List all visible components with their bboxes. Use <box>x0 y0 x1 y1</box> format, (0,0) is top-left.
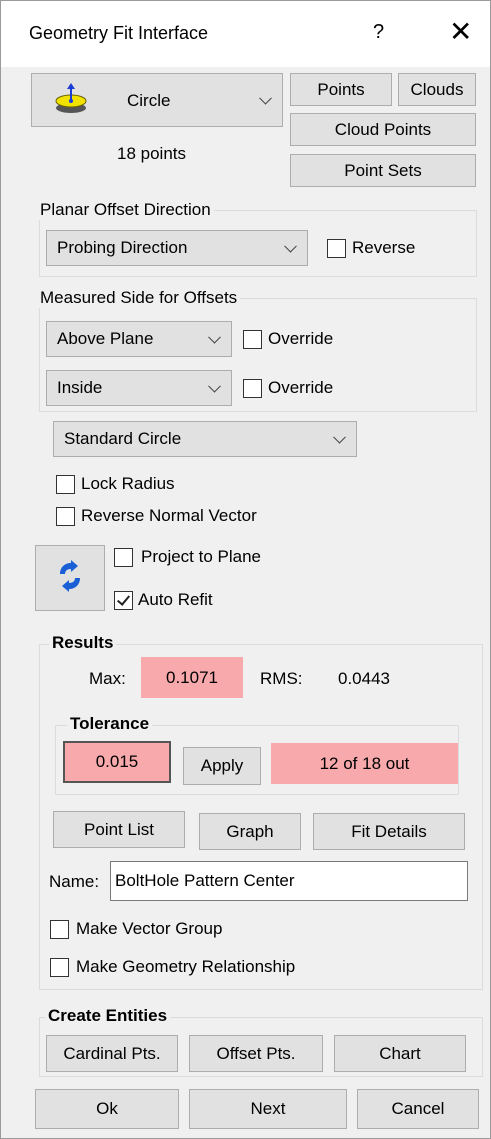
point-count: 18 points <box>117 144 186 163</box>
rms-value: 0.0443 <box>338 669 390 688</box>
chart-button[interactable]: Chart <box>334 1035 466 1072</box>
reverse-label: Reverse <box>352 238 416 257</box>
fit-details-button[interactable]: Fit Details <box>313 813 465 850</box>
max-label: Max: <box>89 669 126 688</box>
override-plane-label: Override <box>268 329 334 348</box>
close-button[interactable]: ✕ <box>449 15 472 48</box>
fit-type-value: Standard Circle <box>64 429 182 448</box>
project-to-plane-checkbox[interactable] <box>114 548 133 567</box>
name-label: Name: <box>49 872 100 891</box>
refresh-icon <box>56 559 84 597</box>
override-plane-checkbox[interactable] <box>243 330 262 349</box>
circle-geometry-icon <box>54 83 88 117</box>
tolerance-input[interactable]: 0.015 <box>63 741 171 783</box>
point-sets-button[interactable]: Point Sets <box>290 154 476 187</box>
cardinal-pts-button[interactable]: Cardinal Pts. <box>46 1035 178 1072</box>
help-button[interactable]: ? <box>373 21 384 44</box>
project-to-plane-label: Project to Plane <box>141 547 262 566</box>
tolerance-status: 12 of 18 out <box>271 743 458 784</box>
circle-side-value: Inside <box>57 378 103 397</box>
clouds-button[interactable]: Clouds <box>398 73 476 106</box>
planar-offset-label: Planar Offset Direction <box>37 200 214 220</box>
chevron-down-icon <box>208 330 221 344</box>
ok-button[interactable]: Ok <box>35 1089 179 1129</box>
create-entities-label: Create Entities <box>45 1006 171 1026</box>
results-label: Results <box>49 633 117 653</box>
next-button[interactable]: Next <box>189 1089 347 1129</box>
apply-button[interactable]: Apply <box>183 747 261 785</box>
name-input[interactable]: BoltHole Pattern Center <box>110 861 468 901</box>
points-button[interactable]: Points <box>290 73 392 106</box>
lock-radius-checkbox[interactable] <box>56 475 75 494</box>
max-value: 0.1071 <box>141 657 243 698</box>
chevron-down-icon <box>284 239 297 253</box>
plane-side-value: Above Plane <box>57 329 154 348</box>
tolerance-label: Tolerance <box>67 714 153 734</box>
geometry-fit-dialog: Geometry Fit Interface ? ✕ Circle 18 poi… <box>0 0 491 1139</box>
measured-side-label: Measured Side for Offsets <box>37 288 241 308</box>
reverse-checkbox[interactable] <box>327 239 346 258</box>
cloud-points-button[interactable]: Cloud Points <box>290 113 476 146</box>
window-title: Geometry Fit Interface <box>29 23 209 43</box>
auto-refit-checkbox[interactable] <box>114 591 133 610</box>
rms-label: RMS: <box>260 669 303 688</box>
title-bar: Geometry Fit Interface ? ✕ <box>1 1 490 67</box>
override-circle-label: Override <box>268 378 334 397</box>
chevron-down-icon <box>208 379 221 393</box>
plane-side-select[interactable]: Above Plane <box>46 321 232 357</box>
offset-direction-value: Probing Direction <box>57 238 188 257</box>
lock-radius-label: Lock Radius <box>81 474 175 493</box>
make-geometry-relationship-checkbox[interactable] <box>50 958 69 977</box>
cancel-button[interactable]: Cancel <box>357 1089 479 1129</box>
make-vector-group-checkbox[interactable] <box>50 920 69 939</box>
override-circle-checkbox[interactable] <box>243 379 262 398</box>
auto-refit-label: Auto Refit <box>138 590 213 609</box>
make-geometry-relationship-label: Make Geometry Relationship <box>76 957 296 976</box>
fit-type-select[interactable]: Standard Circle <box>53 421 357 457</box>
reverse-normal-label: Reverse Normal Vector <box>81 506 257 525</box>
reverse-normal-checkbox[interactable] <box>56 507 75 526</box>
chevron-down-icon <box>259 91 272 105</box>
geometry-type-select[interactable]: Circle <box>31 73 283 127</box>
chevron-down-icon <box>333 430 346 444</box>
offset-pts-button[interactable]: Offset Pts. <box>189 1035 323 1072</box>
make-vector-group-label: Make Vector Group <box>76 919 223 938</box>
offset-direction-select[interactable]: Probing Direction <box>46 230 308 266</box>
graph-button[interactable]: Graph <box>199 813 301 850</box>
geometry-type-value: Circle <box>127 91 171 110</box>
point-list-button[interactable]: Point List <box>53 811 185 848</box>
refit-button[interactable] <box>35 545 105 611</box>
circle-side-select[interactable]: Inside <box>46 370 232 406</box>
